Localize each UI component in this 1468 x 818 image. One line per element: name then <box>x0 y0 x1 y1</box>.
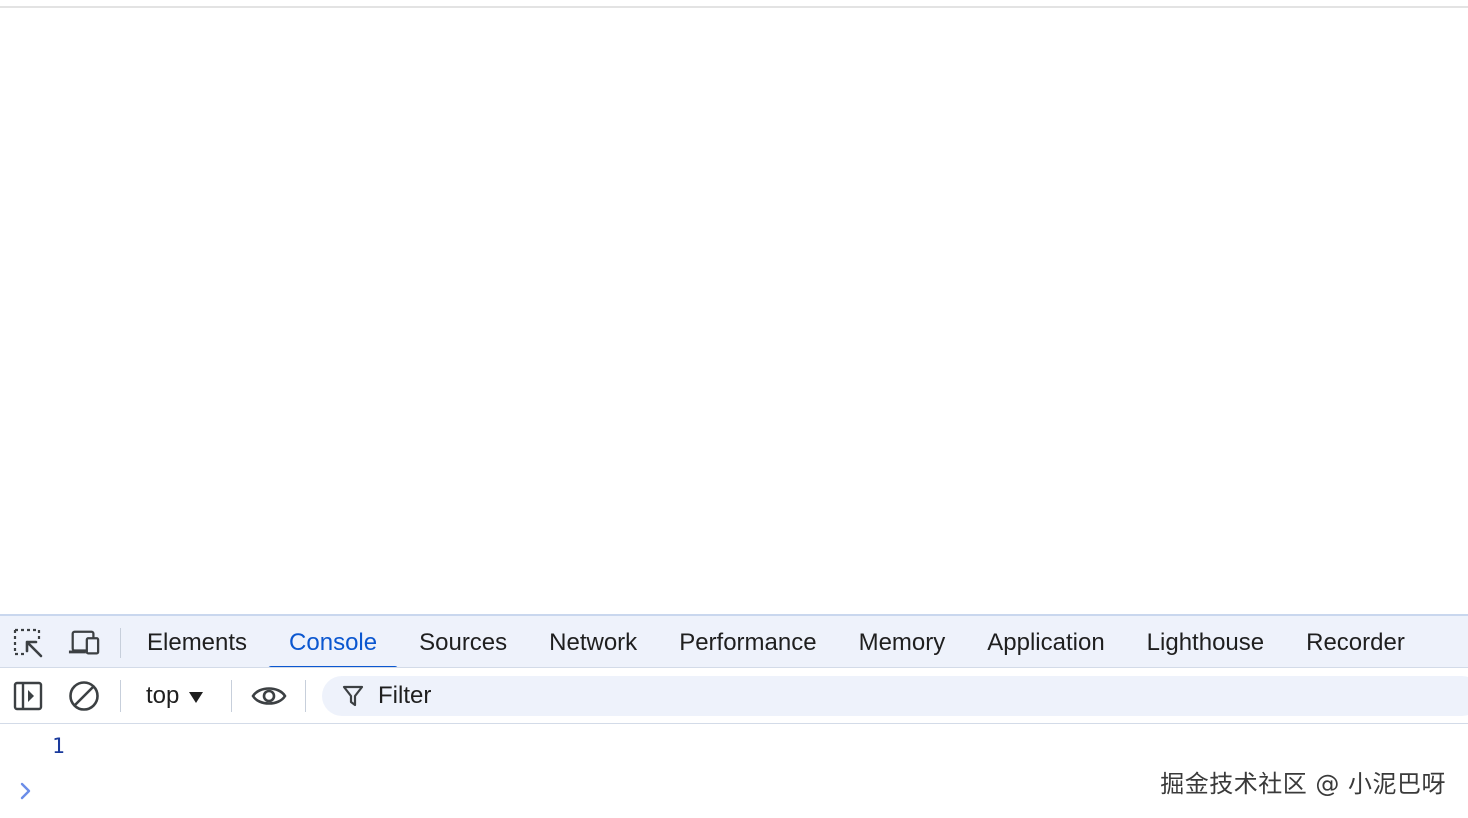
tab-recorder[interactable]: Recorder <box>1285 616 1426 667</box>
tab-lighthouse[interactable]: Lighthouse <box>1126 616 1285 667</box>
filter-icon <box>342 684 364 708</box>
chevron-down-icon <box>189 691 204 703</box>
context-selector-value: top <box>146 682 180 709</box>
toolbar-divider <box>231 680 232 712</box>
console-log-value: 1 <box>52 734 65 758</box>
tab-memory[interactable]: Memory <box>838 616 967 667</box>
toolbar-divider <box>305 680 306 712</box>
page-viewport <box>0 8 1468 614</box>
tab-bar-divider <box>120 628 121 658</box>
tab-sources[interactable]: Sources <box>398 616 528 667</box>
watermark: 掘金技术社区 @ 小泥巴呀 <box>1160 770 1446 798</box>
filter-input[interactable] <box>376 681 1280 711</box>
devtools-tabs: Elements Console Sources Network Perform… <box>126 616 1426 667</box>
tab-elements[interactable]: Elements <box>126 616 268 667</box>
tab-application[interactable]: Application <box>966 616 1125 667</box>
tab-console[interactable]: Console <box>268 616 399 667</box>
toolbar-divider <box>120 680 121 712</box>
filter-box[interactable] <box>322 676 1468 716</box>
clear-console-icon[interactable] <box>68 680 100 712</box>
devtools-panel: Elements Console Sources Network Perform… <box>0 614 1468 818</box>
sidebar-toggle-icon[interactable] <box>12 680 44 712</box>
context-selector[interactable]: top <box>140 680 209 712</box>
console-output: 1 掘金技术社区 @ 小泥巴呀 <box>0 724 1468 818</box>
console-prompt-chevron-icon[interactable] <box>16 780 36 802</box>
tab-performance[interactable]: Performance <box>658 616 837 667</box>
console-toolbar: top <box>0 668 1468 724</box>
tab-network[interactable]: Network <box>528 616 658 667</box>
devtools-tab-bar: Elements Console Sources Network Perform… <box>0 614 1468 668</box>
inspect-element-icon[interactable] <box>12 628 44 658</box>
live-expression-icon[interactable] <box>251 680 287 712</box>
device-toolbar-icon[interactable] <box>68 628 100 658</box>
